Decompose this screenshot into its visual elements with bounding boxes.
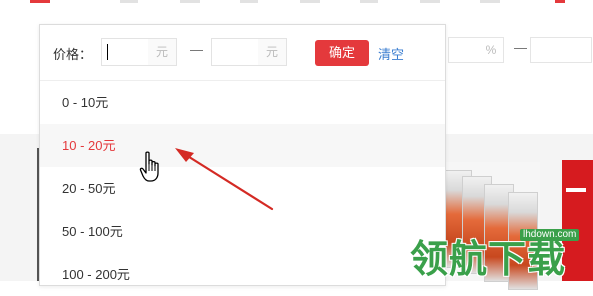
watermark-url: lhdown.com: [520, 229, 580, 241]
price-range-item[interactable]: 50 - 100元: [40, 210, 445, 253]
site-watermark: 领航下载 lhdown.com: [410, 228, 593, 281]
rate-min-input[interactable]: [448, 37, 480, 63]
price-range-dash: —: [190, 42, 203, 57]
text-caret: [107, 44, 108, 60]
rate-dash: —: [514, 40, 527, 55]
price-max-unit: 元: [258, 38, 287, 66]
price-max-input[interactable]: [211, 38, 259, 66]
price-range-item[interactable]: 100 - 200元: [40, 253, 445, 296]
price-label: 价格：: [53, 47, 93, 62]
top-nav-strip: [0, 0, 593, 8]
annotation-arrow-icon: [175, 148, 274, 211]
clear-link[interactable]: 清空: [378, 44, 404, 63]
price-range-input-row: 价格： 元 — 元 确定 清空: [40, 25, 445, 81]
rate-max-input[interactable]: [530, 37, 592, 63]
confirm-button[interactable]: 确定: [315, 40, 369, 66]
price-min-unit: 元: [148, 38, 177, 66]
price-range-item[interactable]: 0 - 10元: [40, 81, 445, 124]
price-min-input[interactable]: [101, 38, 149, 66]
hand-cursor-icon: [139, 151, 159, 182]
rate-min-unit: %: [479, 37, 504, 63]
